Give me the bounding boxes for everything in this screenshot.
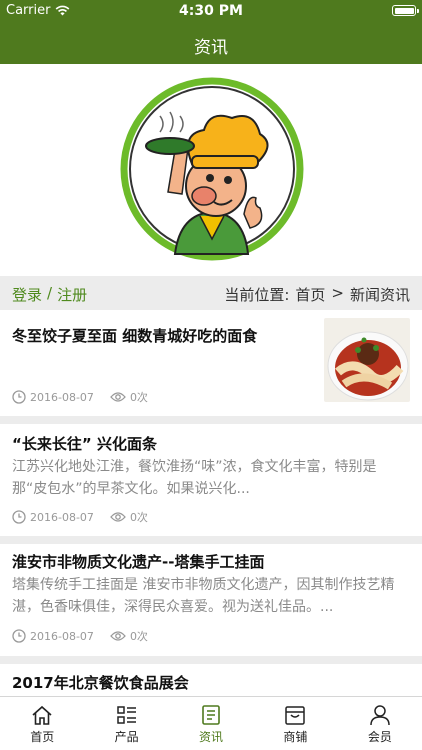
article-title[interactable]: 冬至饺子夏至面 细数青城好吃的面食 <box>12 326 312 346</box>
article-views: 0次 <box>129 511 148 524</box>
tab-products[interactable]: 产品 <box>84 697 168 750</box>
clock-icon <box>12 629 26 643</box>
eye-icon <box>110 631 126 641</box>
tab-label: 首页 <box>30 730 55 744</box>
article-title[interactable]: 淮安市非物质文化遗产--塔集手工挂面 <box>12 552 264 572</box>
tab-home[interactable]: 首页 <box>0 697 84 750</box>
home-icon <box>32 705 52 725</box>
tab-store[interactable]: 商铺 <box>253 697 337 750</box>
article-views: 0次 <box>129 391 148 404</box>
breadcrumb-separator: > <box>331 284 344 302</box>
tab-bar: 首页 产品 资讯 商铺 会员 <box>0 696 422 750</box>
top-bar: Carrier 4:30 PM 资讯 <box>0 0 422 64</box>
breadcrumb-row: 登录 / 注册 当前位置: 首页 > 新闻资讯 <box>0 276 422 310</box>
article-title[interactable]: 2017年北京餐饮食品展会 <box>12 673 189 693</box>
tab-label: 会员 <box>367 730 392 744</box>
breadcrumb-home[interactable]: 首页 <box>295 284 325 305</box>
chef-logo <box>120 77 304 261</box>
breadcrumb: 当前位置: 首页 > 新闻资讯 <box>224 284 410 305</box>
status-time: 4:30 PM <box>179 3 243 19</box>
article-meta: 2016-08-07 0次 <box>12 628 164 644</box>
login-link[interactable]: 登录 <box>12 284 42 305</box>
breadcrumb-prefix: 当前位置: <box>224 286 290 304</box>
article-item[interactable]: 2017年北京餐饮食品展会 <box>0 664 422 696</box>
tab-news[interactable]: 资讯 <box>169 697 253 750</box>
article-item[interactable]: “长来长往” 兴化面条 江苏兴化地处江淮，餐饮淮扬“味”浓，食文化丰富，特别是那… <box>0 424 422 536</box>
article-meta: 2016-08-07 0次 <box>12 389 164 405</box>
clock-icon <box>12 510 26 524</box>
article-date: 2016-08-07 <box>30 390 94 404</box>
article-views: 0次 <box>129 630 148 643</box>
page-title: 资讯 <box>194 38 228 58</box>
tab-label: 产品 <box>114 730 139 744</box>
article-summary: 塔集传统手工挂面是 淮安市非物质文化遗产，因其制作技艺精湛，色香味俱佳，深得民众… <box>12 577 395 615</box>
article-item[interactable]: 淮安市非物质文化遗产--塔集手工挂面 塔集传统手工挂面是 淮安市非物质文化遗产，… <box>0 544 422 656</box>
article-meta: 2016-08-07 0次 <box>12 509 164 525</box>
auth-separator: / <box>47 284 53 302</box>
article-item[interactable]: 冬至饺子夏至面 细数青城好吃的面食 2016-08-07 0次 <box>0 310 422 416</box>
breadcrumb-current: 新闻资讯 <box>349 286 410 304</box>
auth-links: 登录 / 注册 <box>12 284 87 305</box>
tab-member[interactable]: 会员 <box>338 697 422 750</box>
article-thumbnail[interactable] <box>324 318 410 402</box>
list-icon <box>116 706 136 724</box>
user-icon <box>370 705 390 726</box>
article-title[interactable]: “长来长往” 兴化面条 <box>12 434 157 454</box>
eye-icon <box>110 392 126 402</box>
eye-icon <box>110 512 126 522</box>
article-summary: 江苏兴化地处江淮，餐饮淮扬“味”浓，食文化丰富，特别是那“皮包水”的早茶文化。如… <box>12 459 377 497</box>
news-icon <box>202 705 220 725</box>
store-icon <box>285 706 306 725</box>
tab-label: 资讯 <box>199 730 224 744</box>
clock-icon <box>12 390 26 404</box>
status-bar: Carrier 4:30 PM <box>0 0 422 22</box>
article-date: 2016-08-07 <box>30 629 94 643</box>
banner <box>0 64 422 276</box>
tab-label: 商铺 <box>283 730 308 744</box>
article-date: 2016-08-07 <box>30 510 94 524</box>
register-link[interactable]: 注册 <box>57 284 87 305</box>
battery-icon <box>392 5 419 16</box>
